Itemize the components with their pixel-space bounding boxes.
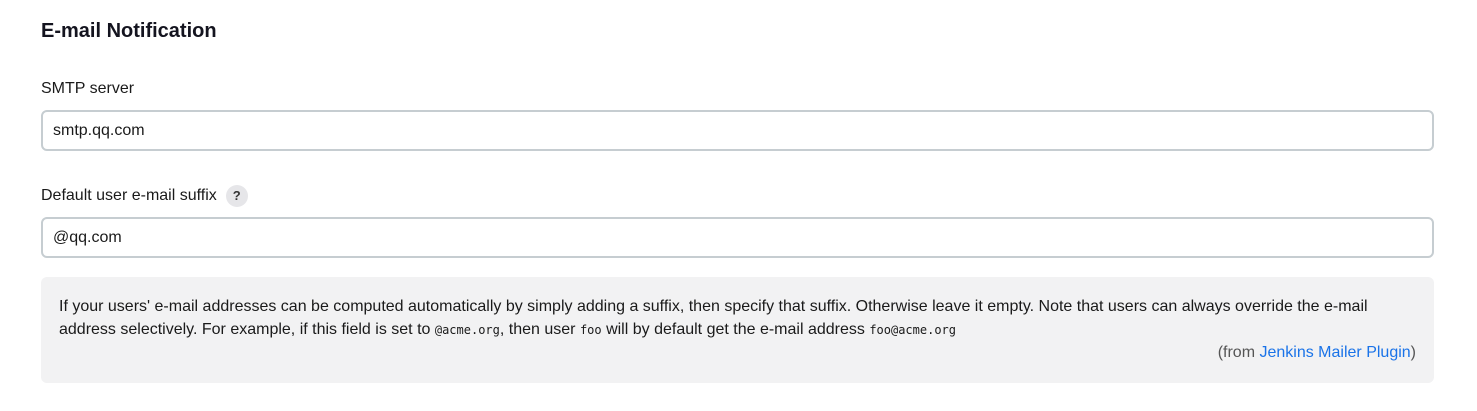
help-source: (from Jenkins Mailer Plugin)	[1218, 342, 1416, 364]
email-suffix-label-text: Default user e-mail suffix	[41, 187, 217, 204]
email-suffix-label: Default user e-mail suffix ?	[41, 185, 248, 207]
smtp-server-label-text: SMTP server	[41, 80, 135, 97]
help-code-domain: @acme.org	[434, 323, 500, 337]
help-text-part: will by default get the e-mail address	[601, 321, 870, 338]
smtp-server-input[interactable]	[41, 110, 1434, 151]
email-suffix-help-panel: If your users' e-mail addresses can be c…	[41, 277, 1434, 383]
help-text-part: , then user	[499, 321, 580, 338]
help-source-suffix: )	[1410, 344, 1416, 361]
help-description: If your users' e-mail addresses can be c…	[59, 295, 1416, 342]
section-title: E-mail Notification	[41, 20, 217, 42]
jenkins-mailer-plugin-link[interactable]: Jenkins Mailer Plugin	[1259, 344, 1410, 361]
help-code-user: foo	[579, 323, 602, 337]
help-icon[interactable]: ?	[225, 185, 248, 207]
help-code-address: foo@acme.org	[869, 323, 957, 337]
email-suffix-input[interactable]	[41, 217, 1434, 258]
help-source-prefix: (from	[1217, 344, 1260, 361]
smtp-server-label: SMTP server	[41, 79, 134, 99]
